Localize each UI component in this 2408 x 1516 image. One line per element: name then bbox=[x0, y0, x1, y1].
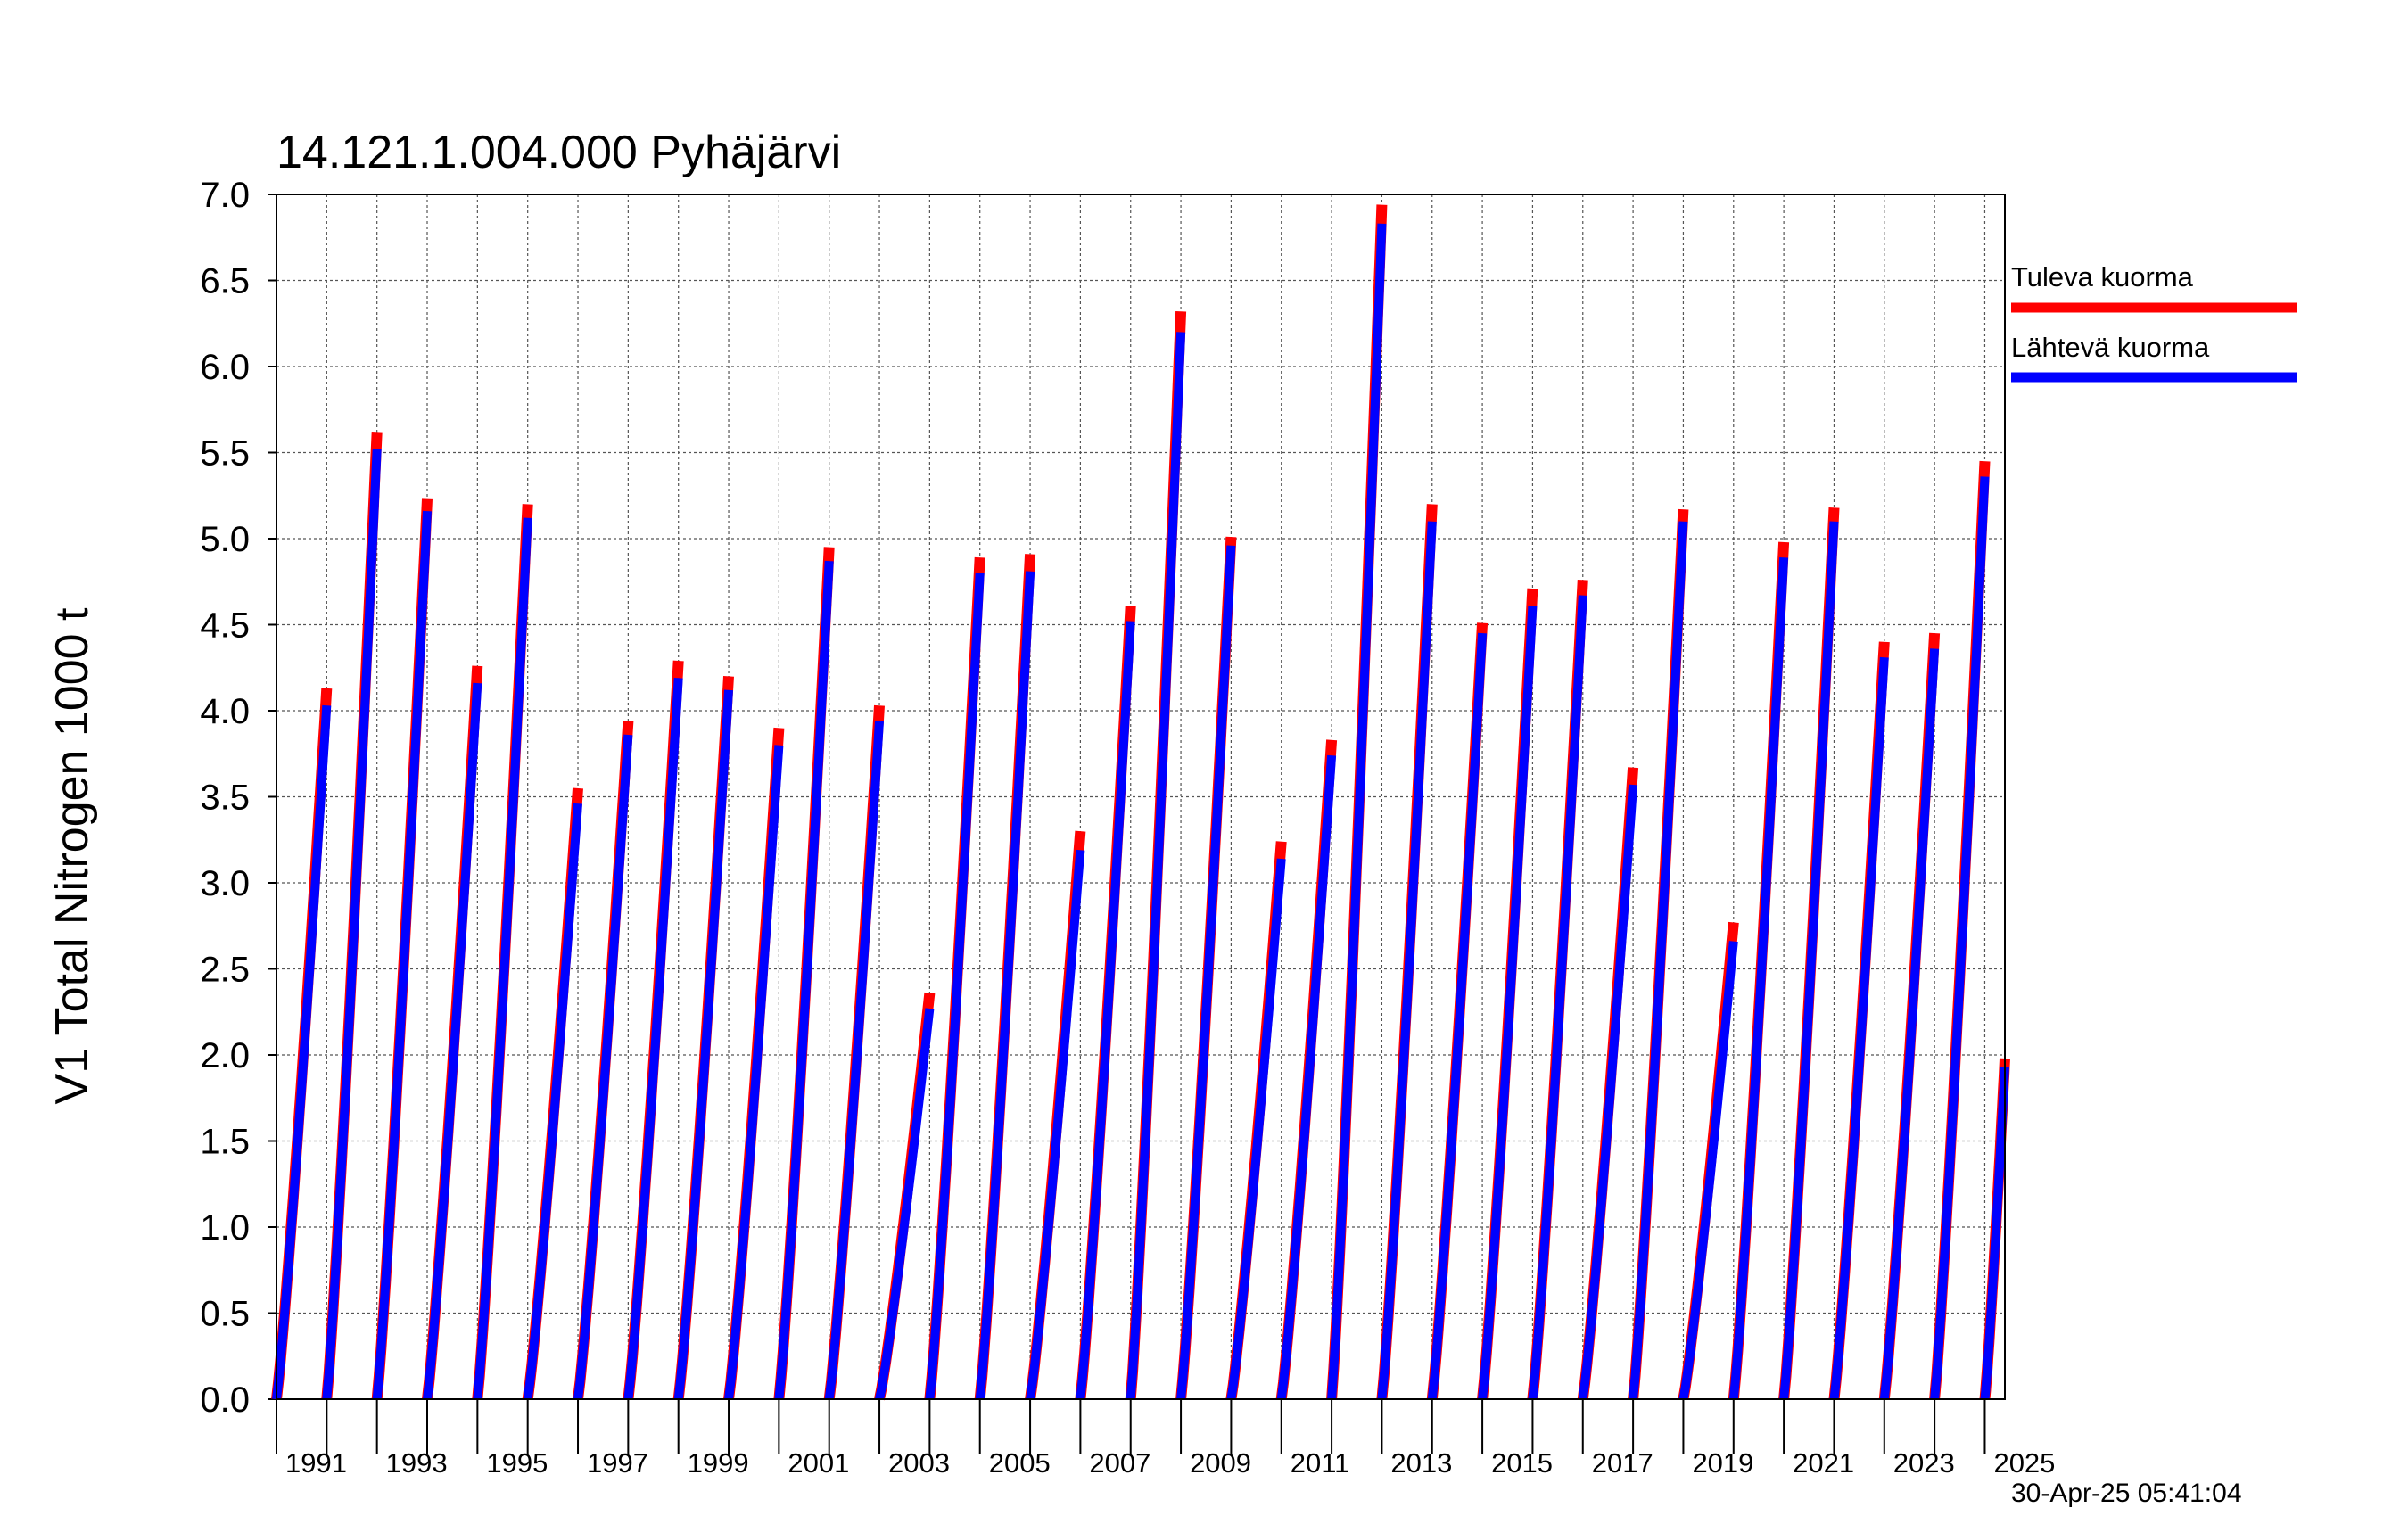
lahteva-kuorma-line-year-segment bbox=[1779, 521, 1839, 1400]
lahteva-kuorma-line-year-segment bbox=[1629, 521, 1688, 1400]
x-tick-label: 1999 bbox=[688, 1447, 749, 1479]
lahteva-kuorma-line-year-segment bbox=[573, 734, 633, 1400]
lahteva-kuorma-line-year-segment bbox=[272, 704, 332, 1400]
y-tick-label: 5.5 bbox=[200, 434, 250, 474]
y-axis-ticks: 0.0 0.5 1.0 1.5 2.0 2.5 3.0 3.5 4.0 4.5 5.0 5.5 6.0 6… bbox=[200, 176, 276, 1420]
lahteva-kuorma-line-year-segment bbox=[1076, 621, 1135, 1400]
lahteva-kuorma-line-year-segment bbox=[774, 560, 834, 1400]
x-tick-label: 2019 bbox=[1692, 1447, 1753, 1479]
x-tick-label: 2025 bbox=[1993, 1447, 2055, 1479]
series-lines bbox=[271, 204, 2010, 1401]
y-tick-label: 1.0 bbox=[200, 1208, 250, 1248]
x-tick-label: 2007 bbox=[1089, 1447, 1150, 1479]
lahteva-kuorma-line-year-segment bbox=[1327, 223, 1387, 1400]
lahteva-kuorma-line-year-segment bbox=[1276, 754, 1337, 1400]
lahteva-kuorma-line-year-segment bbox=[322, 449, 382, 1400]
y-tick-label: 3.5 bbox=[200, 779, 250, 818]
x-tick-label: 1991 bbox=[285, 1447, 347, 1479]
y-tick-label: 4.0 bbox=[200, 692, 250, 731]
x-tick-label: 2017 bbox=[1592, 1447, 1653, 1479]
lahteva-kuorma-line-year-segment bbox=[1728, 556, 1789, 1400]
y-tick-label: 7.0 bbox=[200, 176, 250, 215]
lahteva-kuorma-line-year-segment bbox=[1829, 656, 1889, 1400]
lahteva-kuorma-line-year-segment bbox=[1478, 606, 1538, 1400]
lahteva-kuorma-line bbox=[272, 223, 2009, 1401]
legend-label-tuleva: Tuleva kuorma bbox=[2011, 261, 2194, 292]
x-tick-label: 2013 bbox=[1390, 1447, 1452, 1479]
lahteva-kuorma-line-year-segment bbox=[724, 745, 784, 1400]
lahteva-kuorma-line-year-segment bbox=[673, 689, 733, 1400]
x-tick-label: 1997 bbox=[587, 1447, 648, 1479]
y-tick-label: 2.0 bbox=[200, 1036, 250, 1075]
lahteva-kuorma-line-year-segment bbox=[1377, 521, 1437, 1400]
y-tick-label: 3.0 bbox=[200, 864, 250, 903]
lahteva-kuorma-line-year-segment bbox=[1678, 941, 1738, 1400]
lahteva-kuorma-line-year-segment bbox=[623, 678, 683, 1400]
lahteva-kuorma-line-year-segment bbox=[473, 517, 532, 1400]
lahteva-kuorma-line-year-segment bbox=[1126, 332, 1186, 1400]
x-tick-label: 2021 bbox=[1793, 1447, 1854, 1479]
lahteva-kuorma-line-year-segment bbox=[1930, 476, 1990, 1400]
y-tick-label: 4.5 bbox=[200, 606, 250, 646]
lahteva-kuorma-line-year-segment bbox=[523, 803, 582, 1400]
lahteva-kuorma-line-year-segment bbox=[1578, 784, 1638, 1400]
chart-figure: 14.121.1.004.000 Pyhäjärvi V1 Total Nitr… bbox=[46, 127, 2297, 1508]
y-tick-label: 5.0 bbox=[200, 520, 250, 559]
timestamp: 30-Apr-25 05:41:04 bbox=[2011, 1479, 2242, 1508]
chart-title: 14.121.1.004.000 Pyhäjärvi bbox=[276, 127, 841, 178]
legend: Tuleva kuorma Lähtevä kuorma bbox=[2011, 261, 2297, 383]
x-tick-label: 2023 bbox=[1893, 1447, 1955, 1479]
y-tick-label: 6.5 bbox=[200, 262, 250, 301]
lahteva-kuorma-line-year-segment bbox=[1980, 1067, 2009, 1400]
lahteva-kuorma-line-year-segment bbox=[1427, 632, 1488, 1400]
legend-label-lahteva: Lähtevä kuorma bbox=[2011, 332, 2210, 363]
lahteva-kuorma-line-year-segment bbox=[1879, 648, 1940, 1400]
y-axis-label: V1 Total Nitrogen 1000 t bbox=[46, 607, 98, 1105]
y-tick-label: 0.0 bbox=[200, 1380, 250, 1420]
lahteva-kuorma-line-year-segment bbox=[975, 571, 1035, 1400]
lahteva-kuorma-line-year-segment bbox=[1176, 545, 1236, 1400]
lahteva-kuorma-line-year-segment bbox=[423, 682, 482, 1400]
x-tick-label: 2003 bbox=[888, 1447, 950, 1479]
lahteva-kuorma-line-year-segment bbox=[875, 1008, 935, 1401]
lahteva-kuorma-line-year-segment bbox=[1026, 849, 1085, 1400]
y-tick-label: 2.5 bbox=[200, 951, 250, 990]
x-axis-ticks: 1991 1993 1995 1997 1999 2001 2003 2005 2007 2009… bbox=[276, 1399, 2055, 1479]
y-tick-label: 1.5 bbox=[200, 1123, 250, 1162]
x-tick-label: 2005 bbox=[989, 1447, 1051, 1479]
lahteva-kuorma-line-year-segment bbox=[925, 573, 985, 1400]
lahteva-kuorma-line-year-segment bbox=[1528, 595, 1587, 1400]
x-tick-label: 1993 bbox=[386, 1447, 448, 1479]
x-tick-label: 2015 bbox=[1491, 1447, 1553, 1479]
x-tick-label: 2009 bbox=[1190, 1447, 1251, 1479]
lahteva-kuorma-line-year-segment bbox=[1226, 858, 1286, 1400]
x-tick-label: 2011 bbox=[1291, 1447, 1350, 1479]
y-tick-label: 6.0 bbox=[200, 348, 250, 387]
x-tick-label: 1995 bbox=[486, 1447, 548, 1479]
y-tick-label: 0.5 bbox=[200, 1295, 250, 1334]
lahteva-kuorma-line-year-segment bbox=[824, 721, 884, 1400]
lahteva-kuorma-line-year-segment bbox=[372, 510, 432, 1400]
x-tick-label: 2001 bbox=[788, 1447, 849, 1479]
